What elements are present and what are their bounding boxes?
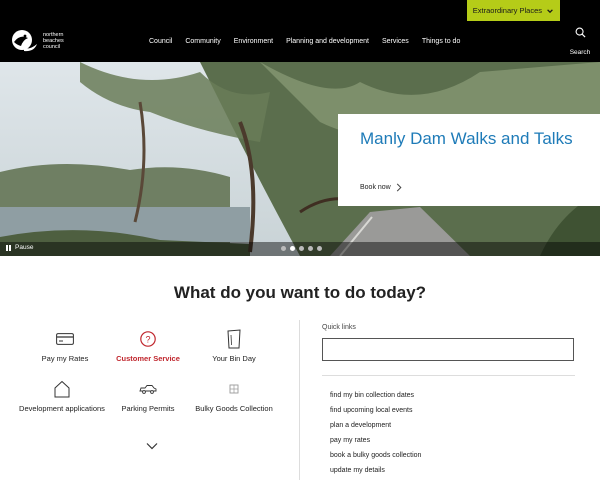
- hero-title: Manly Dam Walks and Talks: [360, 129, 573, 148]
- book-now-link[interactable]: Book now: [360, 183, 402, 192]
- carousel-dot[interactable]: [317, 246, 322, 251]
- site-header: northern beaches council Council Communi…: [0, 21, 600, 62]
- carousel-dot[interactable]: [281, 246, 286, 251]
- task-pay-my-rates[interactable]: Pay my Rates: [22, 328, 108, 364]
- utility-bar: Extraordinary Places: [0, 0, 600, 21]
- credit-card-icon: [56, 333, 74, 345]
- task-parking-permits[interactable]: Parking Permits: [105, 378, 191, 414]
- quick-link[interactable]: update my details: [330, 465, 421, 480]
- carousel-dot[interactable]: [308, 246, 313, 251]
- nav-community[interactable]: Community: [185, 38, 220, 45]
- quick-links-panel: Quick links: [322, 324, 575, 376]
- carousel-controls: Pause: [0, 242, 600, 256]
- hero-banner: Manly Dam Walks and Talks Book now Pause: [0, 62, 600, 256]
- quick-links-input[interactable]: [322, 338, 574, 361]
- council-logo[interactable]: northern beaches council: [10, 28, 83, 54]
- nav-planning-and-development[interactable]: Planning and development: [286, 38, 369, 45]
- quick-link[interactable]: find upcoming local events: [330, 405, 421, 420]
- quick-link[interactable]: pay my rates: [330, 435, 421, 450]
- svg-text:?: ?: [145, 335, 150, 345]
- task-label: Development applications: [19, 404, 105, 413]
- carousel-dots: [281, 246, 322, 251]
- chevron-down-icon: [547, 8, 553, 13]
- task-bulky-goods-collection[interactable]: Bulky Goods Collection: [191, 378, 277, 414]
- task-label: Your Bin Day: [212, 354, 256, 363]
- logo-line: council: [43, 44, 61, 50]
- car-icon: [139, 385, 157, 394]
- search-label: Search: [569, 49, 591, 56]
- carousel-dot[interactable]: [299, 246, 304, 251]
- pause-label: Pause: [15, 244, 34, 251]
- house-icon: [54, 380, 70, 398]
- quick-link[interactable]: find my bin collection dates: [330, 390, 421, 405]
- pause-icon: [6, 244, 11, 251]
- show-more-chevron-icon[interactable]: [146, 442, 158, 450]
- task-label: Parking Permits: [121, 404, 175, 413]
- search-icon: [575, 27, 586, 38]
- pause-button[interactable]: Pause: [6, 244, 33, 251]
- logo-text: northern beaches council: [43, 32, 83, 50]
- quick-links-divider: [322, 375, 575, 376]
- search-button[interactable]: Search: [568, 27, 592, 59]
- quick-links-label: Quick links: [322, 324, 356, 331]
- task-development-applications[interactable]: Development applications: [19, 378, 105, 414]
- section-divider: [299, 320, 300, 480]
- hero-card: Manly Dam Walks and Talks Book now: [338, 114, 600, 206]
- main-nav: Council Community Environment Planning a…: [149, 21, 473, 62]
- nav-council[interactable]: Council: [149, 38, 172, 45]
- quick-links-list: find my bin collection dates find upcomi…: [330, 390, 421, 480]
- task-customer-service[interactable]: ? Customer Service: [105, 328, 191, 364]
- bin-icon: [227, 329, 241, 349]
- task-label: Pay my Rates: [41, 354, 89, 363]
- extraordinary-places-dropdown[interactable]: Extraordinary Places: [466, 0, 560, 21]
- task-your-bin-day[interactable]: Your Bin Day: [191, 328, 277, 364]
- quick-link[interactable]: plan a development: [330, 420, 421, 435]
- council-logo-icon: [12, 30, 37, 52]
- chevron-right-icon: [396, 183, 402, 192]
- book-now-label: Book now: [360, 184, 391, 191]
- nav-things-to-do[interactable]: Things to do: [422, 38, 461, 45]
- page-heading: What do you want to do today?: [173, 283, 427, 302]
- nav-services[interactable]: Services: [382, 38, 409, 45]
- bulky-goods-icon: [229, 384, 239, 394]
- extraordinary-places-label: Extraordinary Places: [472, 6, 542, 15]
- question-mark-icon: ?: [140, 331, 156, 347]
- quick-link[interactable]: book a bulky goods collection: [330, 450, 421, 465]
- carousel-dot-active[interactable]: [290, 246, 295, 251]
- nav-environment[interactable]: Environment: [234, 38, 273, 45]
- task-label: Bulky Goods Collection: [195, 404, 273, 413]
- task-label: Customer Service: [116, 354, 180, 363]
